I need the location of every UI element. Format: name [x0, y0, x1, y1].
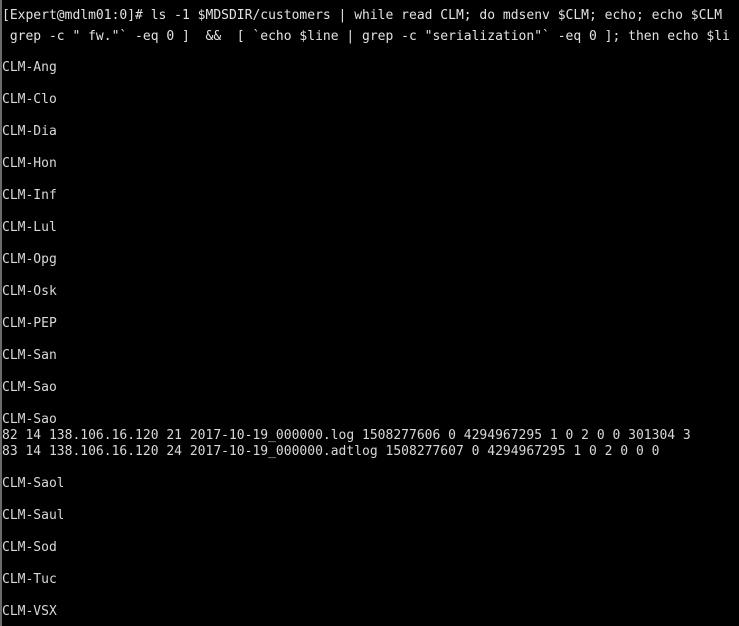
command-line-1: [Expert@mdlm01:0]# ls -1 $MDSDIR/custome… [2, 8, 723, 23]
list-item: CLM-Sao [2, 380, 57, 395]
list-item: CLM-Saol [2, 476, 63, 491]
list-item: CLM-Sod [2, 540, 57, 555]
terminal-left-bezel [0, 0, 2, 626]
list-item: CLM-Saul [2, 508, 63, 523]
list-item-clip: CLM-Tuc [2, 572, 63, 588]
log-row: 83 14 138.106.16.120 24 2017-10-19_00000… [2, 444, 660, 459]
list-item-clip: CLM-Saul [2, 508, 63, 524]
list-item: CLM-Inf [2, 188, 57, 203]
list-item: CLM-Dia [2, 124, 57, 139]
list-item: CLM-Sao [2, 412, 57, 427]
terminal-screen[interactable]: [Expert@mdlm01:0]# ls -1 $MDSDIR/custome… [0, 0, 739, 626]
list-item: CLM-Opg [2, 252, 57, 267]
list-item: CLM-San [2, 348, 57, 363]
list-item-clip: CLM-VSX [2, 604, 63, 620]
list-item: CLM-Lul [2, 220, 57, 235]
list-item: CLM-VSX [2, 604, 57, 619]
list-item-clip: CLM-Saol [2, 476, 63, 492]
command-line-2: grep -c " fw."` -eq 0 ] && [ `echo $line… [2, 29, 730, 44]
list-item: CLM-PEP [2, 316, 57, 331]
list-item: CLM-Osk [2, 284, 57, 299]
list-item: CLM-Ang [2, 60, 57, 75]
list-item: CLM-Tuc [2, 572, 57, 587]
log-row: 82 14 138.106.16.120 21 2017-10-19_00000… [2, 428, 691, 443]
terminal-window[interactable]: [Expert@mdlm01:0]# ls -1 $MDSDIR/custome… [0, 0, 739, 626]
list-item: CLM-Clo [2, 92, 57, 107]
list-item-clip: CLM-Sod [2, 540, 63, 556]
list-item: CLM-Hon [2, 156, 57, 171]
